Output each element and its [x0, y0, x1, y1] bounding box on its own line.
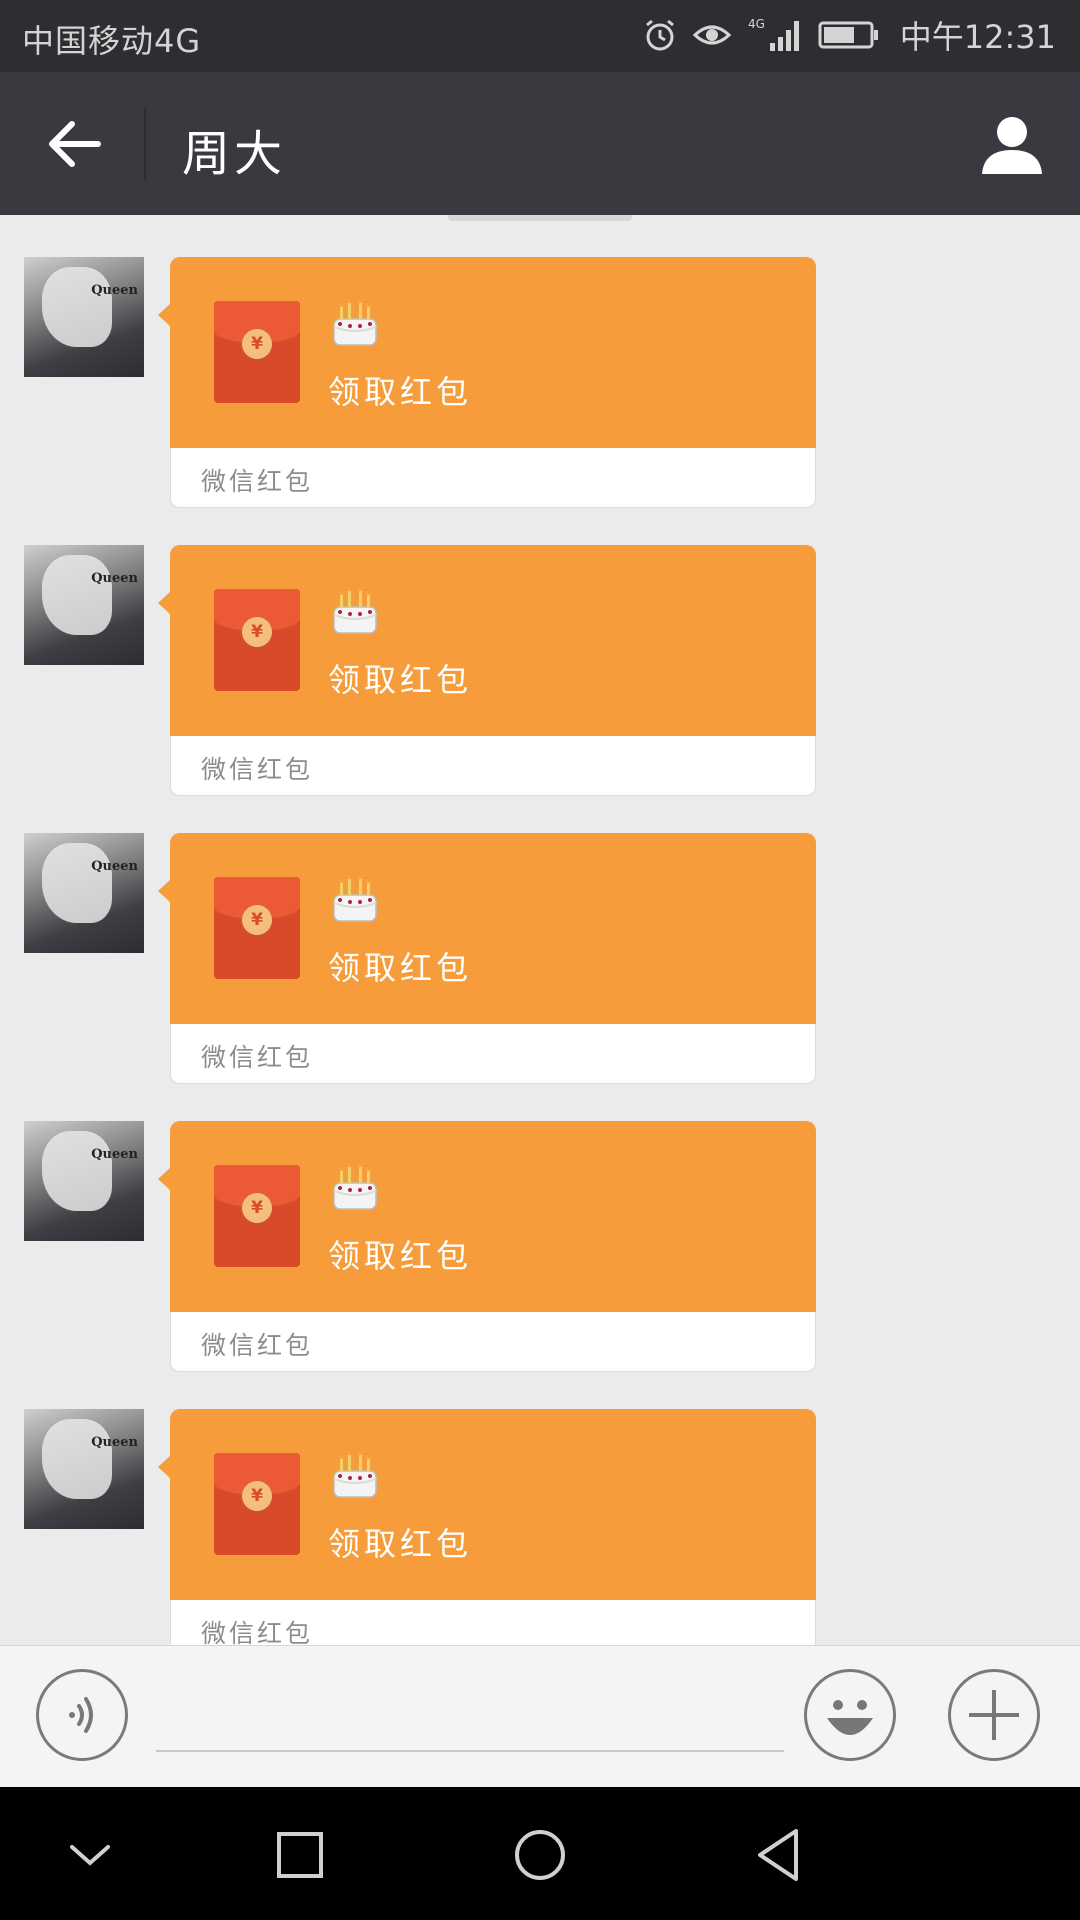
red-envelope-icon: ¥: [214, 301, 300, 403]
voice-icon: [69, 1697, 93, 1733]
avatar-text: Queen: [91, 859, 138, 874]
avatar-photo: [42, 555, 112, 635]
red-envelope-icon: ¥: [214, 589, 300, 691]
network-badge: 4G: [748, 17, 765, 31]
claim-red-packet-label: 领取红包: [328, 1525, 473, 1563]
chat-title: 周大: [182, 126, 287, 182]
red-packet-message: Queen ¥ 领取红包 微信红包: [0, 1121, 1080, 1373]
red-envelope-icon: ¥: [214, 1453, 300, 1555]
claim-red-packet-label: 领取红包: [328, 661, 473, 699]
yuan-coin-icon: ¥: [242, 905, 272, 935]
avatar[interactable]: Queen: [24, 833, 144, 953]
avatar-text: Queen: [91, 1435, 138, 1450]
red-envelope-icon: ¥: [214, 877, 300, 979]
person-icon[interactable]: [980, 112, 1044, 176]
wechat-red-packet-label: 微信红包: [201, 1331, 314, 1360]
wechat-red-packet-label: 微信红包: [201, 1043, 314, 1072]
more-button[interactable]: [948, 1669, 1040, 1761]
avatar-text: Queen: [91, 1147, 138, 1162]
bubble-tail: [158, 1167, 171, 1191]
recents-square-icon[interactable]: [264, 1819, 336, 1891]
chat-header: 周大: [0, 72, 1080, 215]
clock: 中午12:31: [899, 18, 1056, 56]
battery-icon: [818, 21, 878, 49]
message-input[interactable]: [156, 1686, 784, 1752]
home-circle-icon[interactable]: [504, 1819, 576, 1891]
avatar-text: Queen: [91, 571, 138, 586]
wechat-red-packet-label: 微信红包: [201, 467, 314, 496]
avatar-text: Queen: [91, 283, 138, 298]
bubble-tail: [158, 879, 171, 903]
red-packet-card[interactable]: ¥ 领取红包 微信红包: [158, 1409, 816, 1645]
red-packet-message: Queen ¥ 领取红包 微信红包: [0, 833, 1080, 1085]
smiley-icon: [827, 1700, 873, 1735]
plus-icon: [969, 1690, 1019, 1740]
red-packet-card[interactable]: ¥ 领取红包 微信红包: [158, 545, 816, 796]
avatar-photo: [42, 1419, 112, 1499]
emoji-button[interactable]: [804, 1669, 896, 1761]
red-packet-card[interactable]: ¥ 领取红包 微信红包: [158, 257, 816, 508]
back-triangle-icon[interactable]: [744, 1819, 816, 1891]
yuan-coin-icon: ¥: [242, 617, 272, 647]
red-packet-message: Queen ¥ 领取红包 微信红包: [0, 1409, 1080, 1645]
claim-red-packet-label: 领取红包: [328, 373, 473, 411]
red-envelope-icon: ¥: [214, 1165, 300, 1267]
eye-icon: [692, 25, 731, 45]
wechat-red-packet-label: 微信红包: [201, 1619, 314, 1645]
red-packet-message: Queen ¥ 领取红包 微信红包: [0, 257, 1080, 509]
yuan-coin-icon: ¥: [242, 1193, 272, 1223]
red-packet-top: ¥ 领取红包: [158, 545, 816, 736]
header-divider: [144, 108, 146, 180]
carrier-label: 中国移动4G: [22, 22, 202, 60]
red-packet-card[interactable]: ¥ 领取红包 微信红包: [158, 1121, 816, 1372]
birthday-cake-icon: [333, 1163, 377, 1210]
pull-indicator: [448, 215, 632, 221]
birthday-cake-icon: [333, 1451, 377, 1498]
chevron-down-icon[interactable]: [54, 1819, 126, 1891]
avatar[interactable]: Queen: [24, 257, 144, 377]
avatar-photo: [42, 1131, 112, 1211]
wechat-red-packet-label: 微信红包: [201, 755, 314, 784]
alarm-icon: [645, 19, 674, 51]
birthday-cake-icon: [333, 587, 377, 634]
birthday-cake-icon: [333, 875, 377, 922]
back-arrow-icon[interactable]: [44, 114, 104, 174]
bubble-tail: [158, 591, 171, 615]
status-bar: 中国移动4G 4G 中午12:31: [0, 0, 1080, 72]
red-packet-top: ¥ 领取红包: [158, 1409, 816, 1600]
avatar[interactable]: Queen: [24, 545, 144, 665]
bubble-tail: [158, 1455, 171, 1479]
yuan-coin-icon: ¥: [242, 1481, 272, 1511]
avatar[interactable]: Queen: [24, 1121, 144, 1241]
claim-red-packet-label: 领取红包: [328, 1237, 473, 1275]
yuan-coin-icon: ¥: [242, 329, 272, 359]
birthday-cake-icon: [333, 299, 377, 346]
avatar-photo: [42, 843, 112, 923]
red-packet-top: ¥ 领取红包: [158, 257, 816, 448]
voice-button[interactable]: [36, 1669, 128, 1761]
red-packet-top: ¥ 领取红包: [158, 1121, 816, 1312]
signal-icon: 4G: [748, 17, 799, 51]
input-bar: [0, 1645, 1080, 1787]
status-icons: 4G 中午12:31: [642, 12, 1056, 58]
red-packet-card[interactable]: ¥ 领取红包 微信红包: [158, 833, 816, 1084]
system-nav-bar: [0, 1787, 1080, 1920]
avatar[interactable]: Queen: [24, 1409, 144, 1529]
red-packet-message: Queen ¥ 领取红包 微信红包: [0, 545, 1080, 797]
claim-red-packet-label: 领取红包: [328, 949, 473, 987]
chat-area[interactable]: Queen ¥ 领取红包 微信红包 Queen ¥ 领取红包 微信红包 Quee…: [0, 215, 1080, 1645]
red-packet-top: ¥ 领取红包: [158, 833, 816, 1024]
bubble-tail: [158, 303, 171, 327]
avatar-photo: [42, 267, 112, 347]
